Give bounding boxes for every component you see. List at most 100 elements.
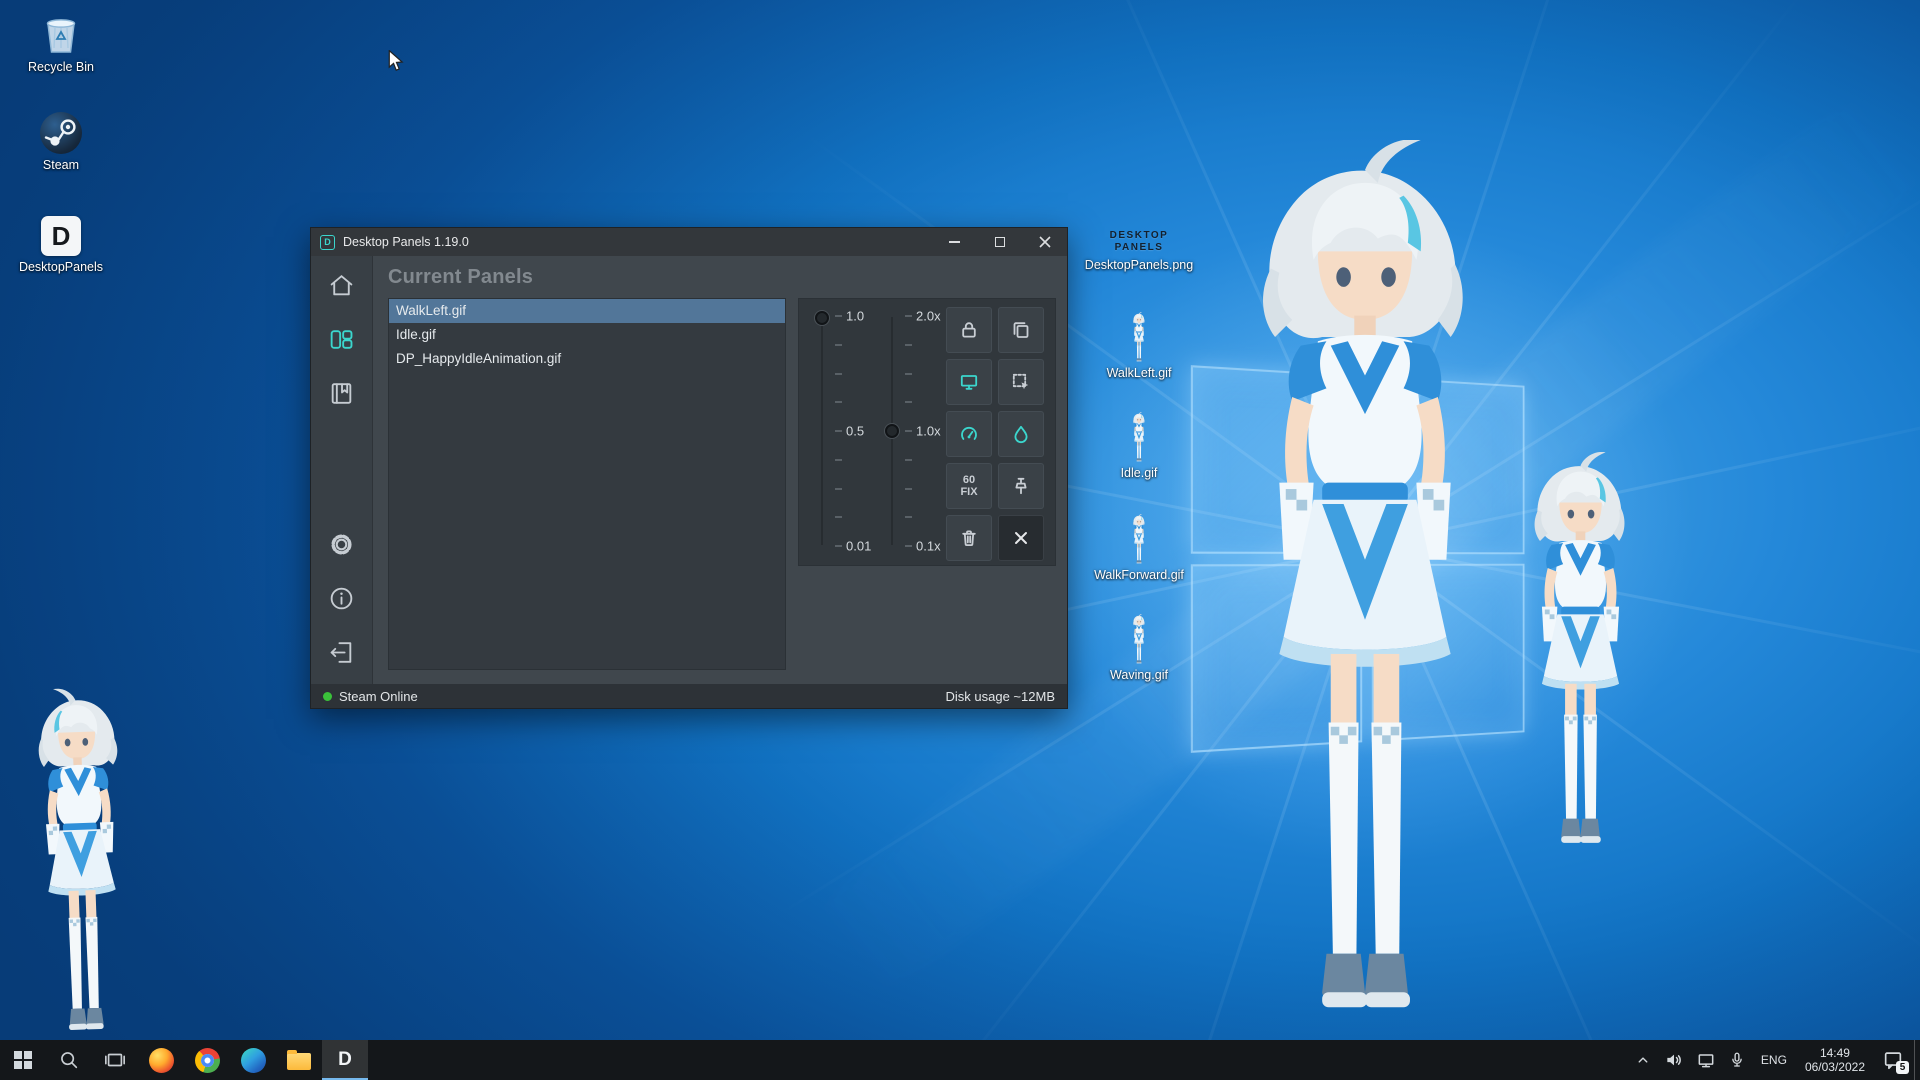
- close-button[interactable]: [1022, 228, 1067, 256]
- taskbar-chrome[interactable]: [184, 1040, 230, 1080]
- opacity-drop-button[interactable]: [998, 411, 1044, 457]
- network-button[interactable]: [1690, 1040, 1722, 1080]
- character-panel-large[interactable]: [1215, 140, 1515, 1018]
- window-content: Current Panels WalkLeft.gif Idle.gif DP_…: [373, 256, 1067, 684]
- library-icon: [328, 380, 355, 407]
- volume-button[interactable]: [1658, 1040, 1690, 1080]
- start-button[interactable]: [0, 1040, 46, 1080]
- sidebar-item-panels[interactable]: [311, 312, 373, 366]
- desktop-icon-desktoppanels[interactable]: D DesktopPanels: [6, 216, 116, 274]
- droplet-icon: [1011, 424, 1031, 444]
- taskbar-edge[interactable]: [230, 1040, 276, 1080]
- slider-label-max: 2.0x: [916, 309, 941, 324]
- display-button[interactable]: [946, 359, 992, 405]
- desktop-icon-idle-gif[interactable]: Idle.gif: [1084, 412, 1194, 480]
- desktop: Recycle Bin Steam D DesktopPanels DESKTO…: [0, 0, 1920, 1040]
- title-bar[interactable]: D Desktop Panels 1.19.0: [311, 228, 1067, 256]
- list-item[interactable]: Idle.gif: [389, 323, 785, 347]
- close-icon: [1039, 236, 1051, 248]
- desktop-icon-desktoppanels-png[interactable]: DESKTOPPANELS DesktopPanels.png: [1084, 230, 1194, 272]
- list-item[interactable]: DP_HappyIdleAnimation.gif: [389, 347, 785, 371]
- maximize-button[interactable]: [977, 228, 1022, 256]
- task-view-button[interactable]: [92, 1040, 138, 1080]
- desktop-icon-steam[interactable]: Steam: [6, 112, 116, 172]
- firefox-icon: [149, 1048, 174, 1073]
- fps-fix-label: 60FIX: [960, 474, 977, 498]
- desktop-icon-label: Idle.gif: [1121, 466, 1158, 480]
- clock-date: 06/03/2022: [1805, 1060, 1865, 1074]
- delete-button[interactable]: [946, 515, 992, 561]
- window-title: Desktop Panels 1.19.0: [343, 235, 469, 249]
- taskbar: D ENG 14:49 06/03/2022: [0, 1040, 1920, 1080]
- slider-rail: [821, 317, 823, 545]
- character-panel-walking-left[interactable]: [16, 686, 146, 1036]
- speedometer-icon: [959, 424, 979, 444]
- taskbar-file-explorer[interactable]: [276, 1040, 322, 1080]
- minimize-icon: [949, 241, 960, 243]
- slider-label-min: 0.01: [846, 539, 871, 554]
- desktop-icon-label: DesktopPanels: [19, 260, 103, 274]
- search-icon: [58, 1049, 80, 1071]
- display-icon: [959, 372, 979, 392]
- page-title: Current Panels: [388, 266, 1067, 289]
- desktop-panels-taskbar-icon: D: [338, 1049, 352, 1071]
- lock-button[interactable]: [946, 307, 992, 353]
- opacity-slider[interactable]: 1.0 0.5 0.01: [815, 313, 873, 549]
- maximize-icon: [995, 237, 1005, 247]
- duplicate-button[interactable]: [998, 307, 1044, 353]
- sidebar-item-home[interactable]: [311, 258, 373, 312]
- speed-slider[interactable]: 2.0x 1.0x 0.1x: [885, 313, 943, 549]
- desktop-icon-walkleft-gif[interactable]: WalkLeft.gif: [1084, 312, 1194, 380]
- show-desktop-button[interactable]: [1914, 1040, 1920, 1080]
- taskbar-search-button[interactable]: [46, 1040, 92, 1080]
- minimize-button[interactable]: [932, 228, 977, 256]
- steam-status-text: Steam Online: [339, 689, 418, 704]
- microphone-button[interactable]: [1722, 1040, 1752, 1080]
- taskbar-clock[interactable]: 14:49 06/03/2022: [1796, 1040, 1874, 1080]
- taskbar-firefox[interactable]: [138, 1040, 184, 1080]
- desktop-icon-waving-gif[interactable]: Waving.gif: [1084, 614, 1194, 682]
- sidebar-item-exit[interactable]: [311, 625, 373, 679]
- desktop-panels-window: D Desktop Panels 1.19.0: [310, 227, 1068, 709]
- network-icon: [1696, 1050, 1716, 1070]
- desktop-icon-label: DesktopPanels.png: [1085, 258, 1193, 272]
- system-tray: ENG 14:49 06/03/2022 5: [1628, 1040, 1920, 1080]
- desktop-icon-label: Steam: [43, 158, 79, 172]
- lock-icon: [959, 320, 979, 340]
- desktop-icon-label: Recycle Bin: [28, 60, 94, 74]
- list-item[interactable]: WalkLeft.gif: [389, 299, 785, 323]
- fps-fix-button[interactable]: 60FIX: [946, 463, 992, 509]
- playback-speed-button[interactable]: [946, 411, 992, 457]
- panel-controls: 1.0 0.5 0.01 2.0x 1.0x 0.1x: [798, 298, 1056, 566]
- desktop-icon-recycle-bin[interactable]: Recycle Bin: [6, 10, 116, 74]
- sidebar-item-library[interactable]: [311, 366, 373, 420]
- panels-icon: [328, 326, 355, 353]
- pin-button[interactable]: [998, 463, 1044, 509]
- pin-icon: [1011, 476, 1031, 496]
- select-region-button[interactable]: [998, 359, 1044, 405]
- chrome-icon: [195, 1048, 220, 1073]
- character-panel-small-right[interactable]: [1513, 452, 1648, 848]
- walkforward-thumbnail: [1130, 514, 1148, 564]
- opacity-slider-thumb[interactable]: [815, 311, 829, 325]
- file-explorer-icon: [287, 1053, 311, 1070]
- language-indicator[interactable]: ENG: [1752, 1040, 1796, 1080]
- sidebar-item-settings[interactable]: [311, 517, 373, 571]
- current-panels-list: WalkLeft.gif Idle.gif DP_HappyIdleAnimat…: [388, 298, 786, 670]
- microphone-icon: [1728, 1051, 1746, 1069]
- exit-icon: [328, 639, 355, 666]
- duplicate-icon: [1011, 320, 1031, 340]
- sidebar-item-about[interactable]: [311, 571, 373, 625]
- hidden-icons-button[interactable]: [1628, 1040, 1658, 1080]
- task-view-icon: [104, 1049, 126, 1071]
- slider-label-min: 0.1x: [916, 539, 941, 554]
- slider-label-mid: 0.5: [846, 424, 864, 439]
- slider-label-mid: 1.0x: [916, 424, 941, 439]
- taskbar-desktop-panels[interactable]: D: [322, 1040, 368, 1080]
- sidebar: [311, 256, 373, 684]
- close-panel-button[interactable]: [998, 515, 1044, 561]
- idle-thumbnail: [1130, 412, 1148, 462]
- action-center-button[interactable]: 5: [1874, 1040, 1914, 1080]
- speed-slider-thumb[interactable]: [885, 424, 899, 438]
- desktop-icon-walkforward-gif[interactable]: WalkForward.gif: [1084, 514, 1194, 582]
